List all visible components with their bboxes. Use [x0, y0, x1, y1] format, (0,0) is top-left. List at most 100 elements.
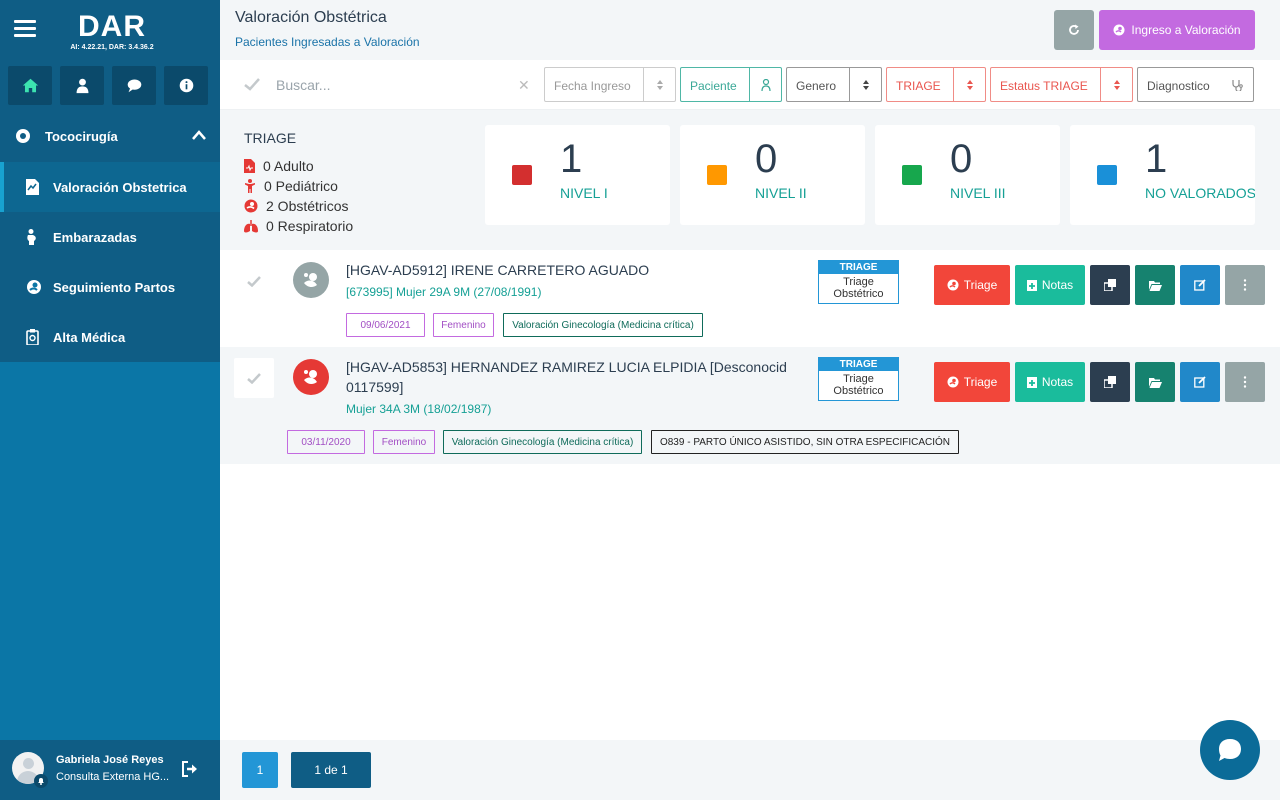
- triage-badge-body: Triage Obstétrico: [833, 276, 884, 300]
- sidebar-menu: Valoración Obstetrica Embarazadas Seguim…: [0, 162, 220, 362]
- file-medical-icon: [244, 159, 255, 173]
- pregnancy-status-icon: [293, 262, 329, 298]
- breadcrumb[interactable]: Pacientes Ingresadas a Valoración: [235, 35, 420, 49]
- chat-launcher-button[interactable]: [1200, 720, 1260, 780]
- patient-name[interactable]: [HGAV-AD5853] HERNANDEZ RAMIREZ LUCIA EL…: [346, 357, 818, 377]
- info-button[interactable]: [164, 66, 208, 105]
- filter-label: TRIAGE: [896, 79, 941, 93]
- triage-title: TRIAGE: [244, 130, 297, 146]
- ellipsis-vertical-icon: [1243, 376, 1247, 388]
- home-icon: [22, 78, 38, 93]
- sidebar-item-label: Embarazadas: [53, 230, 137, 245]
- service-tag: Valoración Ginecología (Medicina crítica…: [503, 313, 703, 337]
- check-icon: [247, 275, 261, 287]
- sidebar-item-embarazadas[interactable]: Embarazadas: [0, 212, 220, 262]
- patient-name[interactable]: [HGAV-AD5912] IRENE CARRETERO AGUADO: [346, 260, 649, 280]
- logout-icon[interactable]: [181, 761, 199, 777]
- copy-button[interactable]: [1090, 265, 1130, 305]
- search-input[interactable]: [276, 75, 536, 95]
- sort-icon: [1100, 68, 1132, 101]
- level-color-square: [707, 165, 727, 185]
- clear-search-icon[interactable]: ✕: [518, 77, 530, 94]
- filter-label: Fecha Ingreso: [554, 79, 631, 93]
- sidebar-quick-icons: [0, 60, 220, 110]
- notas-button[interactable]: Notas: [1015, 265, 1085, 305]
- filter-fecha-ingreso[interactable]: Fecha Ingreso: [544, 67, 676, 102]
- messages-button[interactable]: [112, 66, 156, 105]
- filter-paciente[interactable]: Paciente: [680, 67, 782, 102]
- level-count: 0: [950, 137, 973, 181]
- sidebar-item-label: Seguimiento Partos: [53, 280, 176, 295]
- triage-badge: TRIAGE Triage Obstétrico: [818, 357, 899, 401]
- folder-button[interactable]: [1135, 362, 1175, 402]
- check-icon[interactable]: [244, 78, 260, 91]
- filter-label: Estatus TRIAGE: [1000, 79, 1088, 93]
- ingreso-valoracion-button[interactable]: Ingreso a Valoración: [1099, 10, 1255, 50]
- folder-button[interactable]: [1135, 265, 1175, 305]
- filter-bar: ✕ Fecha Ingreso Paciente Genero TRIAGE E…: [220, 60, 1280, 110]
- menu-toggle-icon[interactable]: [14, 20, 36, 38]
- row-select-checkbox[interactable]: [234, 261, 274, 301]
- triage-card-nivel-3[interactable]: 0 NIVEL III: [875, 125, 1060, 225]
- more-options-button[interactable]: [1225, 265, 1265, 305]
- level-color-square: [902, 165, 922, 185]
- filter-label: Diagnostico: [1147, 79, 1210, 93]
- edit-button[interactable]: [1180, 265, 1220, 305]
- clipboard-icon: [26, 329, 39, 345]
- tococirugia-icon: [947, 279, 959, 291]
- level-count: 0: [755, 137, 778, 181]
- note-medical-icon: [1026, 377, 1037, 388]
- refresh-icon: [1069, 24, 1079, 35]
- filter-diagnostico[interactable]: Diagnostico: [1137, 67, 1254, 102]
- edit-icon: [1194, 376, 1206, 388]
- triage-button-label: Triage: [963, 375, 998, 389]
- level-color-square: [1097, 165, 1117, 185]
- bell-icon[interactable]: [34, 774, 48, 788]
- pregnant-icon: [244, 199, 258, 213]
- note-medical-icon: [1026, 280, 1037, 291]
- triage-button[interactable]: Triage: [934, 265, 1010, 305]
- patient-row[interactable]: [HGAV-AD5853] HERNANDEZ RAMIREZ LUCIA EL…: [220, 347, 1280, 464]
- folder-open-icon: [1148, 280, 1162, 291]
- doctors-button[interactable]: [60, 66, 104, 105]
- edit-button[interactable]: [1180, 362, 1220, 402]
- copy-button[interactable]: [1090, 362, 1130, 402]
- level-count: 1: [560, 137, 583, 181]
- sidebar: DAR AI: 4.22.21, DAR: 3.4.36.2 Tococirug…: [0, 0, 220, 800]
- app-logo: DAR AI: 4.22.21, DAR: 3.4.36.2: [62, 10, 162, 52]
- filter-genero[interactable]: Genero: [786, 67, 882, 102]
- folder-open-icon: [1148, 377, 1162, 388]
- user-name: Gabriela José Reyes: [56, 754, 164, 766]
- triage-card-nivel-1[interactable]: 1 NIVEL I: [485, 125, 670, 225]
- sidebar-item-label: Valoración Obstetrica: [53, 180, 187, 195]
- ingreso-label: Ingreso a Valoración: [1131, 23, 1241, 37]
- triage-line-text: 0 Adulto: [263, 158, 314, 174]
- clone-icon: [1104, 279, 1116, 291]
- triage-card-no-valorados[interactable]: 1 NO VALORADOS: [1070, 125, 1255, 225]
- triage-badge-head: TRIAGE: [819, 261, 898, 274]
- filter-triage[interactable]: TRIAGE: [886, 67, 986, 102]
- page-button-1[interactable]: 1: [242, 752, 278, 788]
- refresh-button[interactable]: [1054, 10, 1094, 50]
- home-button[interactable]: [8, 66, 52, 105]
- notas-button-label: Notas: [1041, 278, 1074, 292]
- notas-button[interactable]: Notas: [1015, 362, 1085, 402]
- sidebar-section-tococirugia[interactable]: Tococirugía: [0, 110, 220, 162]
- patient-row[interactable]: [HGAV-AD5912] IRENE CARRETERO AGUADO [67…: [220, 250, 1280, 347]
- triage-card-nivel-2[interactable]: 0 NIVEL II: [680, 125, 865, 225]
- sidebar-item-alta-medica[interactable]: Alta Médica: [0, 312, 220, 362]
- tococirugia-icon: [16, 129, 30, 143]
- more-options-button[interactable]: [1225, 362, 1265, 402]
- filter-label: Paciente: [690, 79, 737, 93]
- logo-text: DAR: [78, 10, 146, 43]
- sidebar-item-seguimiento-partos[interactable]: Seguimiento Partos: [0, 262, 220, 312]
- triage-button[interactable]: Triage: [934, 362, 1010, 402]
- stethoscope-icon: [1221, 68, 1253, 101]
- patient-info: [673995] Mujer 29A 9M (27/08/1991): [346, 285, 542, 299]
- row-select-checkbox[interactable]: [234, 358, 274, 398]
- sidebar-item-valoracion-obstetrica[interactable]: Valoración Obstetrica: [0, 162, 220, 212]
- level-label: NO VALORADOS: [1145, 185, 1255, 201]
- triage-badge-head: TRIAGE: [819, 358, 898, 371]
- filter-estatus-triage[interactable]: Estatus TRIAGE: [990, 67, 1133, 102]
- baby-icon: [27, 280, 41, 294]
